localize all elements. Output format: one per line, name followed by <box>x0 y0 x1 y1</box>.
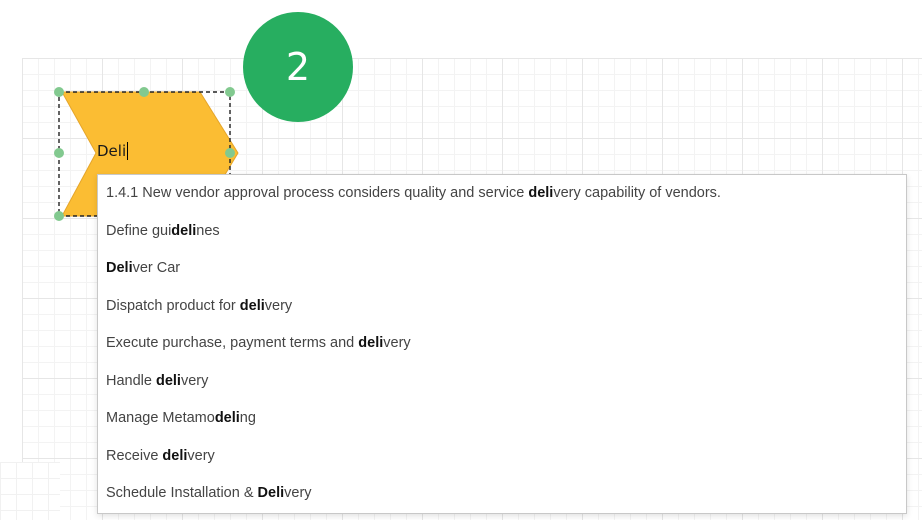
option-match-highlight: Deli <box>106 260 133 276</box>
option-text-after: very <box>284 485 312 501</box>
step-badge: 2 <box>243 12 353 122</box>
option-text-before: Receive <box>106 447 163 464</box>
option-text-after: ng <box>239 410 256 426</box>
autocomplete-dropdown: 1.4.1 New vendor approval process consid… <box>97 174 907 514</box>
resize-handle-left[interactable] <box>54 148 64 158</box>
option-text-after: very <box>180 372 209 389</box>
autocomplete-option[interactable]: Handle delivery <box>98 363 906 401</box>
option-text-before: Schedule Installation & <box>106 485 258 501</box>
shape-text-value[interactable]: Deli <box>97 142 126 160</box>
autocomplete-option[interactable]: Dispatch product for delivery <box>98 288 906 326</box>
resize-handle-right[interactable] <box>225 148 235 158</box>
resize-handle-top-right[interactable] <box>225 87 235 97</box>
option-match-highlight: deli <box>358 335 384 351</box>
option-text-before: Define gui <box>106 222 172 239</box>
option-text-before: Dispatch product for <box>106 297 240 314</box>
option-match-highlight: deli <box>239 297 265 314</box>
autocomplete-option[interactable]: 1.4.1 New vendor approval process consid… <box>98 175 906 213</box>
option-match-highlight: deli <box>214 410 240 426</box>
resize-handle-top[interactable] <box>139 87 149 97</box>
option-match-highlight: deli <box>171 222 197 239</box>
option-text-after: nes <box>196 222 220 239</box>
shape-text-editor[interactable]: Deli <box>97 142 129 160</box>
option-text-before: 1.4.1 New vendor approval process consid… <box>106 185 529 201</box>
autocomplete-option[interactable]: Schedule Installation & Delivery <box>98 475 906 513</box>
resize-handle-bottom-left[interactable] <box>54 211 64 221</box>
autocomplete-option[interactable]: Execute purchase, payment terms and deli… <box>98 325 906 363</box>
option-match-highlight: Deli <box>257 485 285 501</box>
autocomplete-option[interactable]: Receive delivery <box>98 438 906 476</box>
option-text-after: ver Car <box>132 260 181 276</box>
option-text-after: very <box>187 447 215 464</box>
option-match-highlight: deli <box>528 185 554 201</box>
resize-handle-top-left[interactable] <box>54 87 64 97</box>
option-match-highlight: deli <box>162 447 188 464</box>
option-text-before: Handle <box>106 372 156 389</box>
option-text-after: very capability of vendors. <box>553 185 721 201</box>
step-number: 2 <box>285 45 311 89</box>
autocomplete-option[interactable]: Manage Metamodeling <box>98 400 906 438</box>
option-text-before: Manage Metamo <box>106 410 215 426</box>
autocomplete-list: 1.4.1 New vendor approval process consid… <box>98 175 906 513</box>
option-text-after: very <box>383 335 411 351</box>
option-text-before: Execute purchase, payment terms and <box>106 335 359 351</box>
text-caret <box>127 142 129 160</box>
option-text-after: very <box>264 297 293 314</box>
autocomplete-option[interactable]: Deliver Car <box>98 250 906 288</box>
autocomplete-option[interactable]: Define guidelines <box>98 213 906 251</box>
option-match-highlight: deli <box>155 372 181 389</box>
